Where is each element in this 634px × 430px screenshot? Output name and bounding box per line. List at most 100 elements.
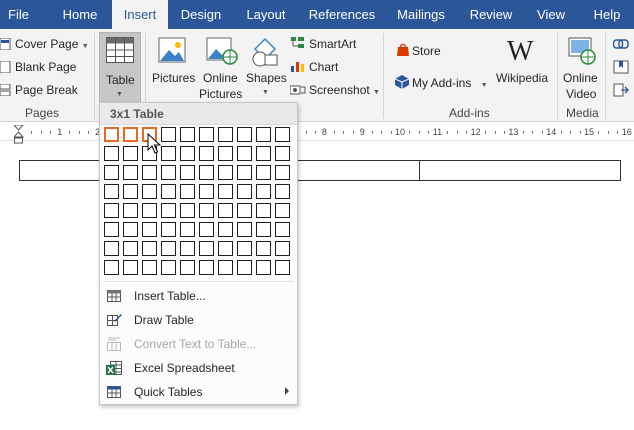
online-pictures-button[interactable]: Online Pictures xyxy=(199,34,244,102)
grid-cell[interactable] xyxy=(180,165,195,180)
wikipedia-button[interactable]: W Wikipedia xyxy=(492,34,552,94)
grid-cell[interactable] xyxy=(161,260,176,275)
smartart-button[interactable]: SmartArt xyxy=(309,37,356,51)
tab-review[interactable]: Review xyxy=(463,0,519,29)
grid-cell[interactable] xyxy=(142,203,157,218)
grid-cell[interactable] xyxy=(275,165,290,180)
grid-cell[interactable] xyxy=(199,184,214,199)
grid-cell[interactable] xyxy=(218,127,233,142)
grid-cell[interactable] xyxy=(275,222,290,237)
grid-cell[interactable] xyxy=(256,241,271,256)
tab-design[interactable]: Design xyxy=(172,0,230,29)
grid-cell[interactable] xyxy=(218,146,233,161)
grid-cell[interactable] xyxy=(123,203,138,218)
grid-cell[interactable] xyxy=(180,203,195,218)
grid-cell[interactable] xyxy=(237,146,252,161)
menu-item-excel-spreadsheet[interactable]: Excel Spreadsheet xyxy=(101,356,297,380)
cross-reference-icon[interactable] xyxy=(613,83,629,97)
grid-cell[interactable] xyxy=(104,165,119,180)
tab-insert[interactable]: Insert xyxy=(112,0,168,29)
blank-page-button[interactable]: Blank Page xyxy=(15,60,76,74)
my-addins-button[interactable]: My Add-ins ▼ xyxy=(412,76,488,93)
grid-cell[interactable] xyxy=(218,184,233,199)
grid-cell[interactable] xyxy=(104,184,119,199)
tab-help[interactable]: Help xyxy=(585,0,629,29)
menu-item-draw-table[interactable]: Draw Table xyxy=(101,308,297,332)
grid-cell[interactable] xyxy=(161,222,176,237)
grid-cell[interactable] xyxy=(180,222,195,237)
grid-cell[interactable] xyxy=(256,184,271,199)
grid-cell[interactable] xyxy=(142,241,157,256)
grid-cell[interactable] xyxy=(237,241,252,256)
grid-cell[interactable] xyxy=(256,165,271,180)
grid-cell[interactable] xyxy=(104,260,119,275)
grid-cell[interactable] xyxy=(237,203,252,218)
tab-mailings[interactable]: Mailings xyxy=(388,0,454,29)
grid-cell[interactable] xyxy=(142,260,157,275)
grid-cell[interactable] xyxy=(199,222,214,237)
bookmark-icon[interactable] xyxy=(613,60,629,74)
grid-cell[interactable] xyxy=(180,241,195,256)
grid-cell[interactable] xyxy=(256,260,271,275)
shapes-button[interactable]: Shapes ▼ xyxy=(244,34,287,102)
grid-cell[interactable] xyxy=(237,127,252,142)
grid-cell[interactable] xyxy=(180,146,195,161)
store-button[interactable]: Store xyxy=(412,44,441,58)
grid-cell[interactable] xyxy=(180,184,195,199)
cover-page-button[interactable]: Cover Page ▼ xyxy=(15,37,89,54)
grid-cell[interactable] xyxy=(180,127,195,142)
grid-cell[interactable] xyxy=(218,241,233,256)
menu-item-insert-table[interactable]: Insert Table... xyxy=(101,284,297,308)
grid-cell[interactable] xyxy=(123,222,138,237)
grid-cell[interactable] xyxy=(161,127,176,142)
tab-layout[interactable]: Layout xyxy=(235,0,297,29)
grid-cell[interactable] xyxy=(199,165,214,180)
screenshot-button[interactable]: Screenshot ▼ xyxy=(309,83,380,100)
grid-cell[interactable] xyxy=(275,127,290,142)
table-button[interactable]: Table ▼ xyxy=(99,32,141,103)
grid-cell[interactable] xyxy=(199,127,214,142)
grid-cell[interactable] xyxy=(199,241,214,256)
grid-cell[interactable] xyxy=(218,165,233,180)
grid-cell[interactable] xyxy=(199,146,214,161)
grid-cell[interactable] xyxy=(275,203,290,218)
grid-cell[interactable] xyxy=(237,165,252,180)
grid-cell[interactable] xyxy=(104,241,119,256)
grid-cell[interactable] xyxy=(237,260,252,275)
grid-cell[interactable] xyxy=(123,127,138,142)
chart-button[interactable]: Chart xyxy=(309,60,338,74)
horizontal-ruler[interactable]: 12345678910111213141516 xyxy=(0,123,634,144)
grid-cell[interactable] xyxy=(104,127,119,142)
tab-file[interactable]: File xyxy=(0,0,37,29)
grid-cell[interactable] xyxy=(161,146,176,161)
grid-cell[interactable] xyxy=(104,146,119,161)
grid-cell[interactable] xyxy=(256,146,271,161)
grid-cell[interactable] xyxy=(218,203,233,218)
grid-cell[interactable] xyxy=(161,184,176,199)
grid-cell[interactable] xyxy=(256,127,271,142)
grid-cell[interactable] xyxy=(256,222,271,237)
grid-cell[interactable] xyxy=(161,241,176,256)
page-break-button[interactable]: Page Break xyxy=(15,83,78,97)
pictures-button[interactable]: Pictures xyxy=(150,34,196,94)
grid-cell[interactable] xyxy=(275,184,290,199)
grid-cell[interactable] xyxy=(123,260,138,275)
links-icon[interactable] xyxy=(613,37,629,51)
tab-home[interactable]: Home xyxy=(52,0,108,29)
online-video-button[interactable]: Online Video xyxy=(560,34,602,102)
grid-cell[interactable] xyxy=(161,203,176,218)
grid-cell[interactable] xyxy=(123,184,138,199)
grid-cell[interactable] xyxy=(142,222,157,237)
grid-cell[interactable] xyxy=(123,241,138,256)
grid-cell[interactable] xyxy=(161,165,176,180)
grid-cell[interactable] xyxy=(218,222,233,237)
grid-cell[interactable] xyxy=(237,222,252,237)
grid-cell[interactable] xyxy=(199,260,214,275)
menu-item-quick-tables[interactable]: Quick Tables xyxy=(101,380,297,404)
grid-cell[interactable] xyxy=(142,165,157,180)
grid-cell[interactable] xyxy=(275,146,290,161)
grid-cell[interactable] xyxy=(104,203,119,218)
grid-cell[interactable] xyxy=(142,184,157,199)
grid-cell[interactable] xyxy=(275,260,290,275)
grid-cell[interactable] xyxy=(123,165,138,180)
